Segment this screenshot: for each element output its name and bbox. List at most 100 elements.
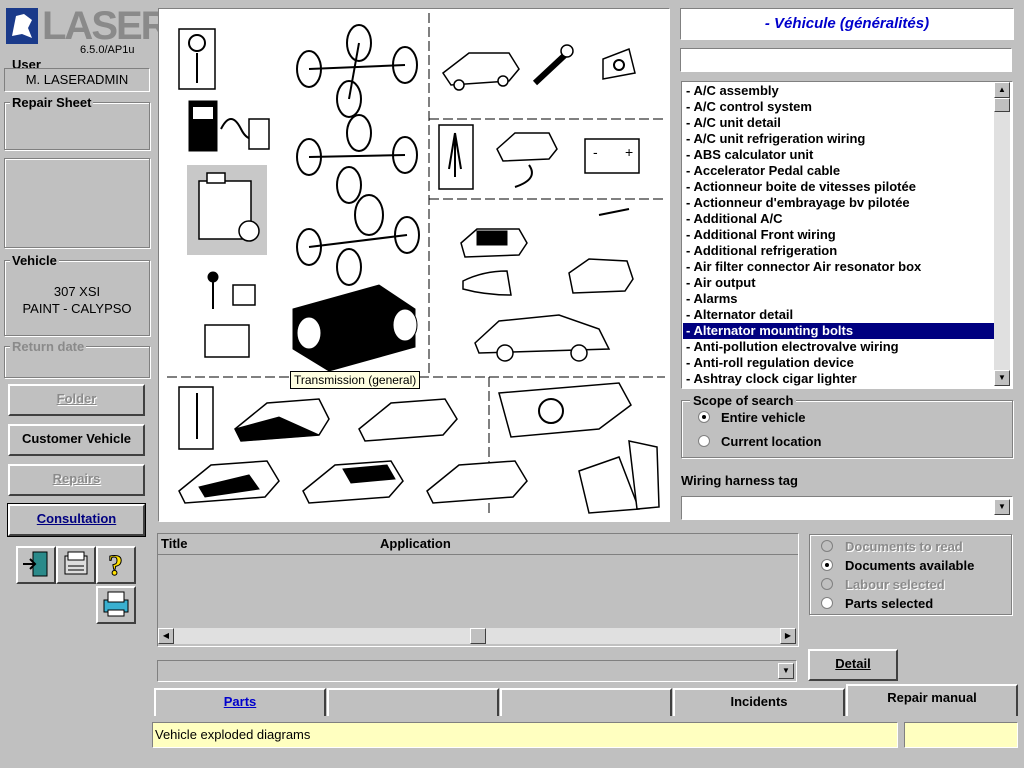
search-input[interactable] bbox=[680, 48, 1012, 72]
document-printer-icon bbox=[64, 551, 88, 575]
suspension-axle-icon[interactable] bbox=[296, 24, 418, 118]
list-item[interactable]: - Additional refrigeration bbox=[683, 243, 995, 259]
tab-repair-manual[interactable]: Repair manual bbox=[846, 684, 1018, 716]
car-roof-icon[interactable] bbox=[302, 460, 404, 504]
application-select[interactable]: ▼ bbox=[157, 660, 797, 682]
detail-button[interactable]: Detail bbox=[808, 649, 898, 681]
customer-vehicle-button[interactable]: Customer Vehicle bbox=[8, 424, 145, 456]
list-item[interactable]: - Ashtray clock cigar lighter bbox=[683, 371, 995, 387]
h-scroll-thumb[interactable] bbox=[470, 628, 486, 644]
car-top-icon[interactable] bbox=[358, 398, 458, 442]
wrench-icon[interactable] bbox=[532, 44, 574, 86]
doc-filter-radio-1[interactable] bbox=[821, 559, 833, 571]
list-item[interactable]: - Accelerator Pedal cable bbox=[683, 163, 995, 179]
list-item[interactable]: - Additional A/C bbox=[683, 211, 995, 227]
list-item[interactable]: - Alarms bbox=[683, 291, 995, 307]
list-item[interactable]: - Additional Front wiring bbox=[683, 227, 995, 243]
list-item[interactable]: - Anti-pollution electrovalve wiring bbox=[683, 339, 995, 355]
doc-filter-radio-0[interactable] bbox=[821, 540, 833, 552]
doc-filter-option-label[interactable]: Parts selected bbox=[845, 596, 933, 611]
item-list[interactable]: - A/C assembly - A/C control system - A/C … bbox=[681, 81, 1013, 389]
repairs-button[interactable]: Repairs bbox=[8, 464, 145, 496]
print-list-icon-button[interactable] bbox=[56, 546, 96, 584]
dashboard-icon[interactable] bbox=[498, 382, 632, 438]
tools-icon[interactable] bbox=[178, 28, 216, 90]
status-right bbox=[904, 722, 1018, 748]
return-date-label: Return date bbox=[10, 339, 87, 354]
tooltip: Transmission (general) bbox=[290, 371, 421, 389]
steering-axle-icon[interactable] bbox=[296, 114, 418, 204]
scroll-thumb[interactable] bbox=[994, 98, 1010, 112]
headlamp-icon[interactable] bbox=[568, 208, 634, 294]
list-item[interactable]: - Air output bbox=[683, 275, 995, 291]
car-rear-icon[interactable] bbox=[426, 460, 528, 504]
status-text: Vehicle exploded diagrams bbox=[155, 727, 311, 742]
svg-text:+: + bbox=[625, 144, 633, 160]
vehicle-diagram: - + bbox=[167, 13, 665, 517]
scope-radio-1[interactable] bbox=[698, 435, 710, 447]
folder-button[interactable]: Folder bbox=[8, 384, 145, 416]
car-electrical-icon[interactable] bbox=[496, 132, 558, 188]
horizontal-scrollbar[interactable]: ◀ ▶ bbox=[158, 628, 796, 644]
col-application-header[interactable]: Application bbox=[380, 534, 451, 554]
list-item[interactable]: - A/C control system bbox=[683, 99, 995, 115]
tab-incidents[interactable]: Incidents bbox=[673, 688, 845, 716]
tab-parts[interactable]: Parts bbox=[154, 688, 326, 716]
doc-filter-radio-3[interactable] bbox=[821, 597, 833, 609]
doc-filter-option-label[interactable]: Documents available bbox=[845, 558, 974, 573]
exhaust-tool-icon[interactable] bbox=[178, 386, 214, 450]
list-item[interactable]: - Alternator mounting bolts bbox=[683, 323, 995, 339]
horn-icon[interactable] bbox=[462, 270, 512, 296]
list-item[interactable]: - ABS calculator unit bbox=[683, 147, 995, 163]
fuel-pump-icon[interactable] bbox=[188, 100, 270, 152]
exit-icon-button[interactable] bbox=[16, 546, 56, 584]
tab-empty-1[interactable] bbox=[327, 688, 499, 716]
list-item[interactable]: - Alternator detail bbox=[683, 307, 995, 323]
car-body-icon[interactable] bbox=[441, 52, 520, 91]
scope-radio-0[interactable] bbox=[698, 411, 710, 423]
list-item[interactable]: - A/C unit refrigeration wiring bbox=[683, 131, 995, 147]
tab-empty-2[interactable] bbox=[500, 688, 672, 716]
list-item[interactable]: - Anti-roll regulation device bbox=[683, 355, 995, 371]
car-floor-icon[interactable] bbox=[178, 460, 280, 504]
bracket-icon[interactable] bbox=[602, 47, 636, 80]
list-scrollbar[interactable]: ▲ ▼ bbox=[994, 82, 1010, 386]
printer-icon-button[interactable] bbox=[96, 586, 136, 624]
scroll-down-button[interactable]: ▼ bbox=[994, 370, 1010, 386]
car-side-icon[interactable] bbox=[474, 314, 611, 362]
car-interior-icon[interactable] bbox=[460, 228, 528, 258]
list-item[interactable]: - Actionneur d'embrayage bv pilotée bbox=[683, 195, 995, 211]
vehicle-model: 307 XSI bbox=[53, 284, 101, 299]
documents-table[interactable]: Title Application ◀ ▶ bbox=[157, 533, 799, 647]
application-chevron-down-icon[interactable]: ▼ bbox=[778, 663, 794, 679]
car-front-icon[interactable] bbox=[234, 398, 330, 442]
doc-filter-radio-2[interactable] bbox=[821, 578, 833, 590]
table-header: Title Application bbox=[158, 534, 798, 555]
chevron-down-icon[interactable]: ▼ bbox=[994, 499, 1010, 515]
list-item[interactable]: - A/C unit detail bbox=[683, 115, 995, 131]
transmission-icon[interactable] bbox=[292, 284, 418, 372]
col-title-header[interactable]: Title bbox=[161, 534, 188, 554]
list-item[interactable]: - Actionneur boite de vitesses pilotée bbox=[683, 179, 995, 195]
seat-door-icon[interactable] bbox=[578, 440, 660, 514]
consultation-button[interactable]: Consultation bbox=[7, 503, 146, 537]
scroll-left-button[interactable]: ◀ bbox=[158, 628, 174, 644]
list-item[interactable]: - A/C assembly bbox=[683, 83, 995, 99]
scope-label: Scope of search bbox=[690, 393, 797, 408]
brake-axle-icon[interactable] bbox=[296, 194, 420, 286]
scope-option-label[interactable]: Entire vehicle bbox=[721, 410, 806, 425]
engine-block-icon[interactable] bbox=[187, 165, 267, 255]
scroll-right-button[interactable]: ▶ bbox=[780, 628, 796, 644]
doc-filter-option-label[interactable]: Labour selected bbox=[845, 577, 945, 592]
scope-option-label[interactable]: Current location bbox=[721, 434, 821, 449]
help-icon-button[interactable]: ? bbox=[96, 546, 136, 584]
scroll-up-button[interactable]: ▲ bbox=[994, 82, 1010, 98]
list-item[interactable]: - Air filter connector Air resonator box bbox=[683, 259, 995, 275]
doc-filter-option-label[interactable]: Documents to read bbox=[845, 539, 963, 554]
question-mark-icon: ? bbox=[108, 549, 124, 583]
item-list-items: - A/C assembly - A/C control system - A/C … bbox=[683, 83, 995, 387]
wiring-harness-select[interactable]: ▼ bbox=[681, 496, 1013, 520]
wiring-icon[interactable] bbox=[438, 124, 474, 190]
battery-icon[interactable]: - + bbox=[584, 138, 640, 174]
gear-lever-icon[interactable] bbox=[204, 271, 256, 358]
